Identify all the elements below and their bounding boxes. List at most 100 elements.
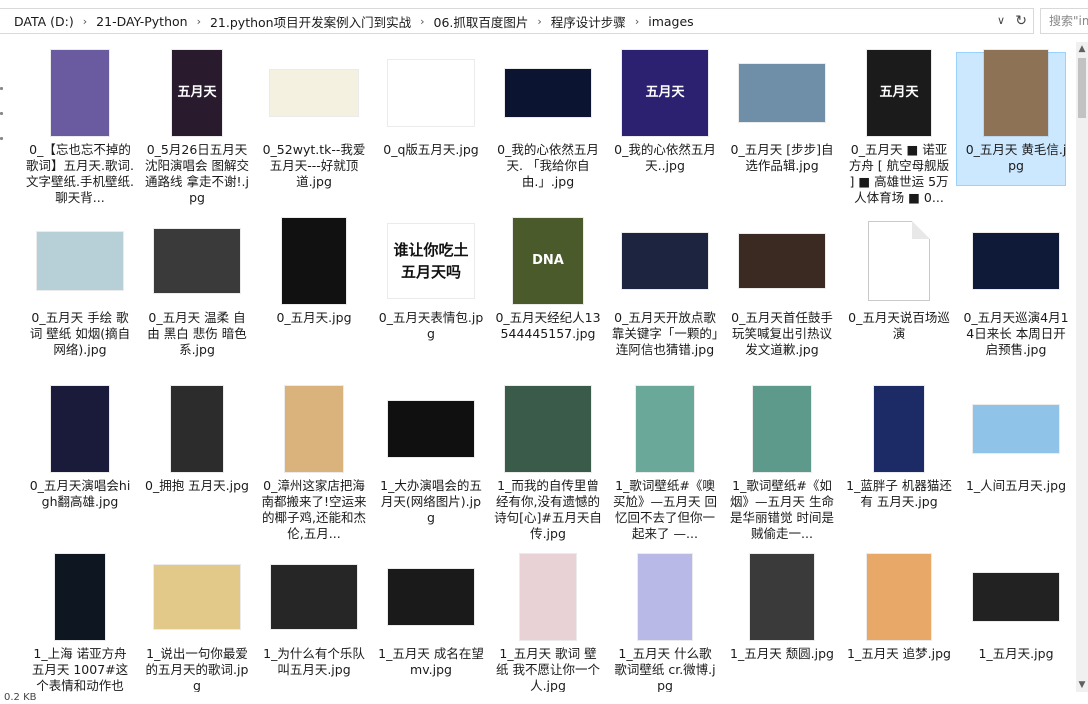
thumbnail-frame <box>381 552 481 642</box>
file-name: 1_蓝胖子 机器猫还有 五月天.jpg <box>846 478 952 509</box>
breadcrumb-item[interactable]: images <box>642 14 699 29</box>
scroll-thumb[interactable] <box>1078 58 1086 118</box>
file-item[interactable]: 0_【忘也忘不掉的歌词】五月天.歌词.文字壁纸.手机壁纸.聊天背... <box>24 48 136 206</box>
breadcrumb-item[interactable]: 程序设计步骤 <box>545 12 632 31</box>
file-item[interactable]: 五月天 0_5月26日五月天沈阳演唱会 图解交通路线 拿走不谢!.jpg <box>141 48 253 206</box>
thumbnail-frame <box>264 216 364 306</box>
file-item[interactable]: 0_我的心依然五月天. 「我给你自由.」.jpg <box>492 48 604 190</box>
thumbnail-frame <box>147 552 247 642</box>
breadcrumb-item[interactable]: 06.抓取百度图片 <box>428 12 535 31</box>
file-item[interactable]: DNA 0_五月天经纪人13544445157.jpg <box>492 216 604 342</box>
file-item[interactable]: 1_说出一句你最爱的五月天的歌词.jpg <box>141 552 253 692</box>
thumbnail-frame <box>849 552 949 642</box>
file-name: 0_五月天表情包.jpg <box>378 310 484 341</box>
thumbnail-frame <box>30 216 130 306</box>
file-item[interactable]: 1_五月天 什么歌 歌词壁纸 cr.微博.jpg <box>609 552 721 692</box>
image-thumbnail: DNA <box>513 218 583 304</box>
file-name: 0_5月26日五月天沈阳演唱会 图解交通路线 拿走不谢!.jpg <box>145 142 249 205</box>
image-thumbnail <box>505 69 591 117</box>
chevron-right-icon[interactable]: › <box>632 15 642 28</box>
file-item[interactable]: 1_五月天 成名在望mv.jpg <box>375 552 487 678</box>
file-item[interactable]: 0_五月天 手绘 歌词 壁纸 如烟(摘自网络).jpg <box>24 216 136 358</box>
scroll-down-arrow-icon[interactable]: ▼ <box>1076 678 1088 692</box>
file-name: 0_【忘也忘不掉的歌词】五月天.歌词.文字壁纸.手机壁纸.聊天背... <box>26 142 134 205</box>
breadcrumb-item[interactable]: 21-DAY-Python <box>90 14 193 29</box>
vertical-scrollbar[interactable]: ▲ ▼ <box>1076 42 1088 692</box>
file-item[interactable]: 0_五月天.jpg <box>258 216 370 326</box>
file-name: 0_五月天说百场巡演 <box>848 310 950 341</box>
refresh-icon[interactable]: ↻ <box>1015 9 1027 33</box>
file-item[interactable]: 0_五月天 [步步]自选作品辑.jpg <box>726 48 838 174</box>
address-bar[interactable]: DATA (D:) › 21-DAY-Python › 21.python项目开发案例入… <box>0 8 1034 34</box>
file-item[interactable]: 0_q版五月天.jpg <box>375 48 487 158</box>
file-item[interactable]: 五月天 0_我的心依然五月天..jpg <box>609 48 721 174</box>
thumbnail-frame <box>732 384 832 474</box>
file-item[interactable]: 0_五月天 黄毛信.jpg <box>956 48 1072 186</box>
image-thumbnail <box>739 64 825 122</box>
file-item[interactable]: 1_五月天 歌词 壁纸 我不愿让你一个人.jpg <box>492 552 604 692</box>
file-item[interactable]: 五月天 0_五月天 ■ 诺亚方舟 [ 航空母舰版 ] ■ 高雄世运 5万人体育场 … <box>843 48 955 206</box>
file-item[interactable]: 0_漳州这家店把海南都搬来了!空运来的椰子鸡,还能和杰伦,五月... <box>258 384 370 542</box>
file-item[interactable]: 0_五月天说百场巡演 <box>843 216 955 342</box>
thumbnail-frame <box>966 48 1066 138</box>
image-thumbnail <box>37 232 123 290</box>
file-name: 0_漳州这家店把海南都搬来了!空运来的椰子鸡,还能和杰伦,五月... <box>261 478 367 541</box>
file-item[interactable]: 1_五月天.jpg <box>960 552 1072 662</box>
file-name: 0_五月天经纪人13544445157.jpg <box>495 310 601 341</box>
file-item[interactable]: 0_五月天 温柔 自由 黑白 悲伤 暗色系.jpg <box>141 216 253 358</box>
chevron-right-icon[interactable]: › <box>534 15 544 28</box>
file-item[interactable]: 1_人间五月天.jpg <box>960 384 1072 494</box>
file-item[interactable]: 0_五月天首任鼓手玩笑喊复出引热议 发文道歉.jpg <box>726 216 838 358</box>
thumbnail-caption: 五月天 <box>645 85 685 100</box>
thumbnail-frame <box>381 48 481 138</box>
file-item[interactable]: 0_五月天巡演4月14日来长 本周日开启预售.jpg <box>960 216 1072 358</box>
thumbnail-frame <box>264 384 364 474</box>
image-thumbnail <box>753 386 811 472</box>
breadcrumb-item[interactable]: 21.python项目开发案例入门到实战 <box>204 12 417 31</box>
thumbnail-frame <box>498 552 598 642</box>
file-name: 0_我的心依然五月天. 「我给你自由.」.jpg <box>497 142 599 189</box>
image-thumbnail <box>154 565 240 629</box>
thumbnail-frame <box>732 216 832 306</box>
image-thumbnail <box>750 554 814 640</box>
chevron-down-icon[interactable]: ∨ <box>997 9 1005 33</box>
thumbnail-frame: 五月天 <box>615 48 715 138</box>
file-item[interactable]: 1_上海 诺亚方舟 五月天 1007#这个表情和动作也 <box>24 552 136 692</box>
file-item[interactable]: 0_五月天演唱会high翻高雄.jpg <box>24 384 136 510</box>
thumbnail-frame <box>732 48 832 138</box>
thumbnail-caption: DNA <box>532 253 564 268</box>
chevron-right-icon[interactable]: › <box>80 15 90 28</box>
image-thumbnail <box>973 233 1059 289</box>
breadcrumb-item[interactable]: DATA (D:) <box>0 14 80 29</box>
file-item[interactable]: 1_五月天 颓圆.jpg <box>726 552 838 662</box>
file-item[interactable]: 谁让你吃土 五月天吗 0_五月天表情包.jpg <box>375 216 487 342</box>
thumbnail-frame <box>615 216 715 306</box>
image-thumbnail <box>638 554 692 640</box>
image-thumbnail <box>282 218 346 304</box>
file-item[interactable]: 0_52wyt.tk--我爱五月天---好就顶 道.jpg <box>258 48 370 190</box>
image-thumbnail <box>388 569 474 625</box>
search-input[interactable]: 搜索"im <box>1040 8 1088 34</box>
file-item[interactable]: 0_拥抱 五月天.jpg <box>141 384 253 494</box>
file-item[interactable]: 1_而我的自传里曾经有你,没有遗憾的诗句[心]#五月天自传.jpg <box>492 384 604 542</box>
scroll-up-arrow-icon[interactable]: ▲ <box>1076 42 1088 56</box>
file-item[interactable]: 1_歌词壁纸#《噢买尬》—五月天 回忆回不去了但你一起来了 —... <box>609 384 721 542</box>
chevron-right-icon[interactable]: › <box>417 15 427 28</box>
navigation-pane-edge <box>0 42 10 692</box>
file-name: 0_我的心依然五月天..jpg <box>614 142 716 173</box>
file-item[interactable]: 1_大办演唱会的五月天(网络图片).jpg <box>375 384 487 526</box>
thumbnail-caption: 五月天 <box>879 85 919 100</box>
file-item[interactable]: 0_五月天开放点歌靠关键字「一颗的」连阿信也猜错.jpg <box>609 216 721 358</box>
thumbnail-frame <box>615 384 715 474</box>
file-name: 0_52wyt.tk--我爱五月天---好就顶 道.jpg <box>262 142 366 189</box>
file-name: 1_五月天.jpg <box>978 646 1054 661</box>
file-item[interactable]: 1_蓝胖子 机器猫还有 五月天.jpg <box>843 384 955 510</box>
image-thumbnail <box>505 386 591 472</box>
file-item[interactable]: 1_五月天 追梦.jpg <box>843 552 955 662</box>
file-item[interactable]: 1_歌词壁纸#《如烟》—五月天 生命是华丽错觉 时间是贼偷走一... <box>726 384 838 542</box>
file-item[interactable]: 1_为什么有个乐队叫五月天.jpg <box>258 552 370 678</box>
chevron-right-icon[interactable]: › <box>194 15 204 28</box>
thumbnail-frame <box>498 48 598 138</box>
thumbnail-frame <box>498 384 598 474</box>
image-thumbnail <box>171 386 223 472</box>
